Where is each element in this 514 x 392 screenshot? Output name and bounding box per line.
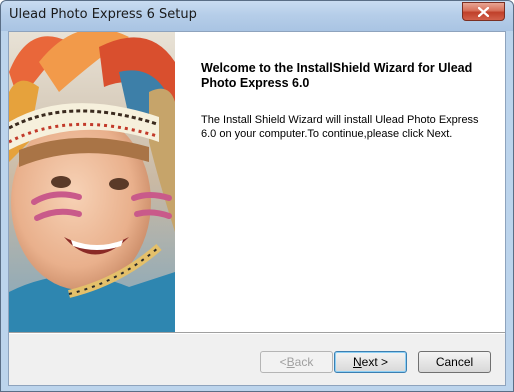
child-portrait-image — [9, 32, 175, 332]
next-button-label: ext > — [361, 355, 389, 369]
back-button-prefix: < — [279, 355, 287, 369]
next-button-accelerator: N — [352, 355, 362, 369]
close-button[interactable] — [462, 2, 505, 21]
cancel-button[interactable]: Cancel — [418, 351, 491, 373]
welcome-heading: Welcome to the InstallShield Wizard for … — [201, 61, 473, 90]
back-button-accelerator: B — [286, 355, 295, 369]
title-bar[interactable]: Ulead Photo Express 6 Setup — [1, 1, 513, 31]
welcome-panel: Welcome to the InstallShield Wizard for … — [9, 32, 505, 332]
back-button-label: ack — [294, 355, 314, 369]
dialog-client-area: Welcome to the InstallShield Wizard for … — [8, 31, 506, 386]
window-title: Ulead Photo Express 6 Setup — [9, 7, 197, 22]
button-separator — [9, 332, 505, 334]
back-button[interactable]: < Back — [260, 351, 333, 373]
cancel-button-label: Cancel — [435, 355, 474, 369]
next-button[interactable]: Next > — [334, 351, 407, 373]
setup-window: Ulead Photo Express 6 Setup Welcome to t… — [0, 0, 514, 392]
banner-image — [9, 32, 175, 332]
close-icon — [478, 6, 489, 17]
welcome-description: The Install Shield Wizard will install U… — [201, 114, 479, 140]
